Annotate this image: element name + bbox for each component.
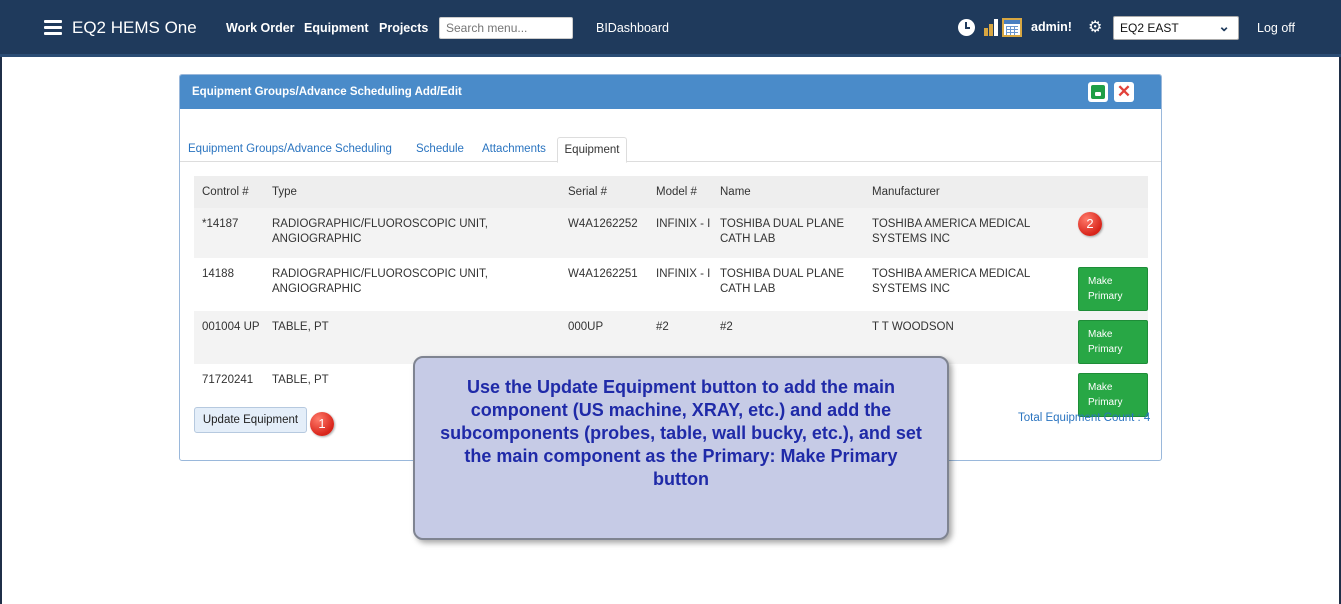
- callout-marker-2: 2: [1078, 212, 1102, 236]
- cell-name: TOSHIBA DUAL PLANE CATH LAB: [712, 258, 864, 311]
- cell-name: TOSHIBA DUAL PLANE CATH LAB: [712, 208, 864, 258]
- logoff-link[interactable]: Log off: [1257, 21, 1295, 35]
- user-name[interactable]: admin!: [1031, 20, 1072, 34]
- col-control[interactable]: Control #: [194, 176, 264, 208]
- col-model[interactable]: Model #: [648, 176, 712, 208]
- table-header-row: Control # Type Serial # Model # Name Man…: [194, 176, 1148, 208]
- clock-icon[interactable]: [958, 19, 975, 36]
- make-primary-button[interactable]: Make Primary: [1078, 267, 1148, 311]
- cell-model: INFINIX - I: [648, 258, 712, 311]
- annotation-note: Use the Update Equipment button to add t…: [413, 356, 949, 540]
- app-brand[interactable]: EQ2 HEMS One: [72, 18, 197, 38]
- search-input[interactable]: [439, 17, 573, 39]
- cell-action: Make Primary: [1070, 311, 1148, 364]
- cell-type: RADIOGRAPHIC/FLUOROSCOPIC UNIT, ANGIOGRA…: [264, 208, 560, 258]
- col-action: [1070, 176, 1148, 208]
- cell-control: 001004 UP: [194, 311, 264, 364]
- table-row[interactable]: 14188 RADIOGRAPHIC/FLUOROSCOPIC UNIT, AN…: [194, 258, 1148, 311]
- tab-attachments[interactable]: Attachments: [482, 143, 546, 155]
- gear-icon[interactable]: ⚙: [1088, 17, 1102, 37]
- tab-equipment-groups[interactable]: Equipment Groups/Advance Scheduling: [188, 143, 392, 155]
- save-button[interactable]: [1088, 82, 1108, 102]
- cell-control: *14187: [194, 208, 264, 258]
- col-type[interactable]: Type: [264, 176, 560, 208]
- tab-bar: Equipment Groups/Advance Scheduling Sche…: [180, 137, 1161, 163]
- cell-manufacturer: TOSHIBA AMERICA MEDICAL SYSTEMS INC: [864, 208, 1070, 258]
- calendar-icon[interactable]: [1002, 18, 1022, 37]
- nav-projects[interactable]: Projects: [379, 21, 428, 35]
- update-equipment-button[interactable]: Update Equipment: [194, 407, 307, 433]
- cell-serial: W4A1262251: [560, 258, 648, 311]
- menu-icon[interactable]: [44, 20, 62, 35]
- cell-manufacturer: TOSHIBA AMERICA MEDICAL SYSTEMS INC: [864, 258, 1070, 311]
- tab-equipment[interactable]: Equipment: [557, 137, 627, 163]
- col-manufacturer[interactable]: Manufacturer: [864, 176, 1070, 208]
- cell-control: 14188: [194, 258, 264, 311]
- nav-work-order[interactable]: Work Order: [226, 21, 295, 35]
- bar-chart-icon[interactable]: [984, 18, 1000, 36]
- cell-model: INFINIX - I: [648, 208, 712, 258]
- tab-schedule[interactable]: Schedule: [416, 143, 464, 155]
- panel-header: Equipment Groups/Advance Scheduling Add/…: [180, 75, 1161, 109]
- cell-type: RADIOGRAPHIC/FLUOROSCOPIC UNIT, ANGIOGRA…: [264, 258, 560, 311]
- make-primary-button[interactable]: Make Primary: [1078, 373, 1148, 417]
- cell-serial: W4A1262252: [560, 208, 648, 258]
- cell-action: Make Primary: [1070, 364, 1148, 417]
- col-serial[interactable]: Serial #: [560, 176, 648, 208]
- panel-title: Equipment Groups/Advance Scheduling Add/…: [192, 86, 462, 98]
- nav-bidashboard[interactable]: BIDashboard: [596, 21, 669, 35]
- close-button[interactable]: ✕: [1114, 82, 1134, 102]
- window-frame-left: [0, 0, 2, 604]
- make-primary-button[interactable]: Make Primary: [1078, 320, 1148, 364]
- table-row[interactable]: *14187 RADIOGRAPHIC/FLUOROSCOPIC UNIT, A…: [194, 208, 1148, 258]
- callout-marker-1: 1: [310, 412, 334, 436]
- region-select-value: EQ2 EAST: [1120, 21, 1179, 35]
- top-navbar: EQ2 HEMS One Work Order Equipment Projec…: [0, 0, 1341, 57]
- total-equipment-count: Total Equipment Count : 4: [1018, 412, 1151, 424]
- chevron-down-icon: ⌄: [1218, 18, 1230, 34]
- nav-equipment[interactable]: Equipment: [304, 21, 369, 35]
- cell-action: Make Primary: [1070, 258, 1148, 311]
- region-select[interactable]: EQ2 EAST ⌄: [1113, 16, 1239, 40]
- col-name[interactable]: Name: [712, 176, 864, 208]
